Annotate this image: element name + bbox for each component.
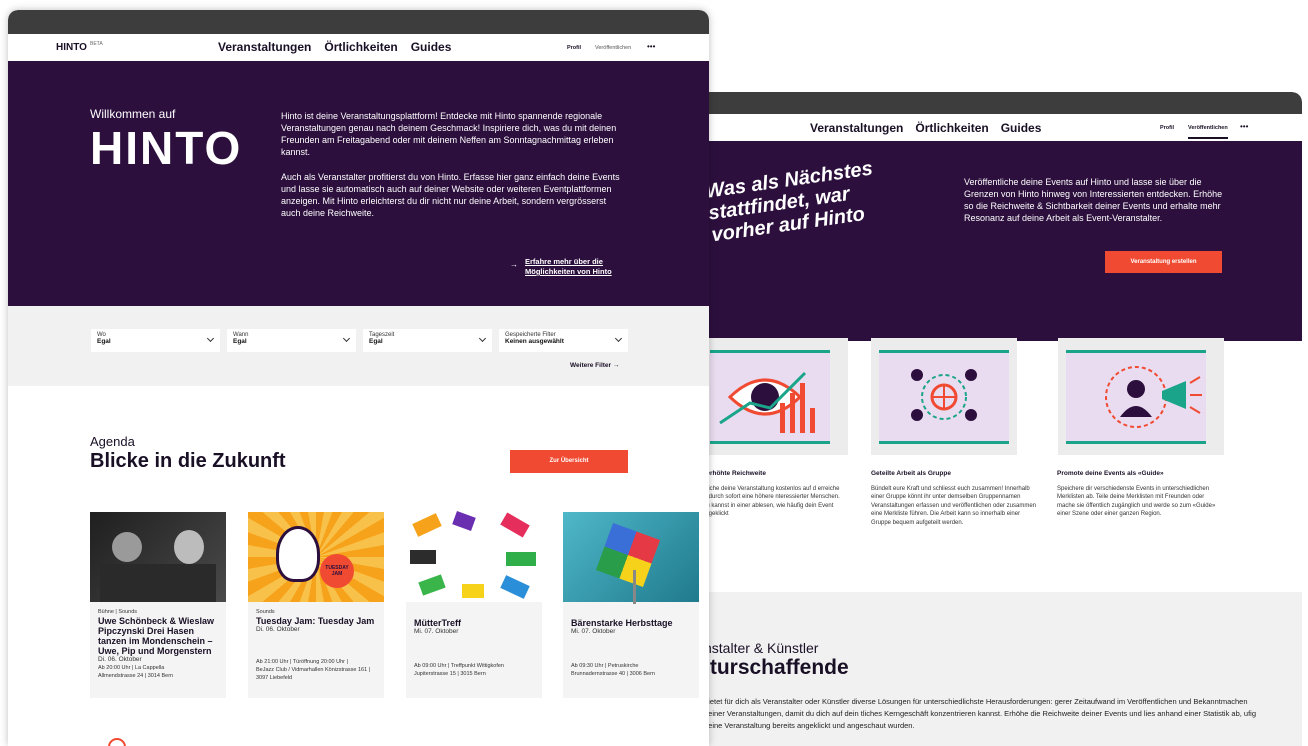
- feature-title: Geteilte Arbeit als Gruppe: [871, 470, 951, 477]
- feature-image-guide: [1058, 338, 1224, 455]
- nav-oertlichkeiten[interactable]: Örtlichkeiten: [915, 121, 988, 135]
- event-date: Di. 06. Oktober: [98, 656, 142, 663]
- event-image: [90, 512, 226, 602]
- nav-profil[interactable]: Profil: [567, 45, 581, 51]
- section-text: bietet für dich als Veranstalter oder Kü…: [704, 697, 1257, 730]
- event-badge: TUESDAY JAM: [320, 554, 354, 588]
- back-window: Veranstaltungen Örtlichkeiten Guides Pro…: [702, 92, 1302, 746]
- back-hero: Was als Nächstes stattfindet, war vorher…: [702, 141, 1302, 341]
- create-event-button[interactable]: Veranstaltung erstellen: [1105, 251, 1222, 273]
- event-time: Ab 21:00 Uhr | Türöffnung 20:00 Uhr |: [256, 659, 348, 665]
- agenda-title: Blicke in die Zukunft: [90, 450, 286, 472]
- event-card[interactable]: Bühne | Sounds Uwe Schönbeck & Wieslaw P…: [90, 512, 226, 698]
- event-image: TUESDAY JAM: [248, 512, 384, 602]
- nav-oertlichkeiten[interactable]: Örtlichkeiten: [324, 40, 397, 54]
- artists-section: nstalter & Künstler lturschaffende biete…: [702, 592, 1302, 746]
- beta-badge: BETA: [90, 41, 103, 47]
- filter-wo[interactable]: Wo Egal: [91, 329, 220, 352]
- front-window: HINTO BETA Veranstaltungen Örtlichkeiten…: [8, 10, 709, 746]
- nav-guides[interactable]: Guides: [1001, 121, 1042, 135]
- event-image: [563, 512, 699, 604]
- event-card[interactable]: TUESDAY JAM Sounds Tuesday Jam: Tuesday …: [248, 512, 384, 698]
- arrow-right-icon: →: [612, 362, 620, 369]
- filter-bar: Wo Egal Wann Egal Tageszeit Egal Gespeicher…: [8, 306, 709, 386]
- event-time: Ab 20:00 Uhr | La Cappella: [98, 665, 165, 671]
- more-menu-icon[interactable]: •••: [1240, 122, 1248, 131]
- hero-paragraph-1: Hinto ist deine Veranstaltungsplattform!…: [281, 111, 617, 157]
- section-title: lturschaffende: [704, 656, 849, 679]
- feature-reach: r erhöhte Reichweite ntliche deine Veran…: [702, 470, 847, 519]
- event-date: Mi. 07. Oktober: [571, 628, 616, 635]
- front-hero: Willkommen auf HINTO Hinto ist deine Ver…: [8, 61, 709, 306]
- event-image: [406, 511, 542, 602]
- slogan: Was als Nächstes stattfindet, war vorher…: [704, 157, 875, 247]
- nav-profil[interactable]: Profil: [1160, 125, 1174, 131]
- event-address: BeJazz Club / Vidmarhallen Könizstrasse …: [256, 667, 371, 681]
- filter-tageszeit[interactable]: Tageszeit Egal: [363, 329, 492, 352]
- window-chrome: [8, 10, 709, 34]
- front-top-nav: HINTO BETA Veranstaltungen Örtlichkeiten…: [8, 34, 709, 61]
- event-address: Allmendstrasse 24 | 3014 Bern: [98, 673, 174, 679]
- event-card[interactable]: MütterTreff Mi. 07. Oktober Ab 09:00 Uhr…: [406, 511, 542, 698]
- section-kicker: nstalter & Künstler: [704, 640, 819, 656]
- feature-title: r erhöhte Reichweite: [702, 470, 766, 477]
- event-date: Mi. 07. Oktober: [414, 628, 459, 635]
- feature-image-reach: [702, 338, 848, 455]
- window-chrome: [702, 92, 1302, 114]
- learn-more-link[interactable]: Erfahre mehr über die Möglichkeiten von H…: [525, 257, 612, 277]
- event-time: Ab 09:30 Uhr | Petruskirche: [571, 663, 639, 669]
- event-title: Bärenstarke Herbsttage: [571, 618, 673, 628]
- back-top-nav: Veranstaltungen Örtlichkeiten Guides Pro…: [702, 114, 1302, 141]
- event-address: Brunnadernstrasse 40 | 3006 Bern: [571, 671, 655, 677]
- event-category: Sounds: [256, 609, 275, 615]
- event-date: Di. 06. Oktober: [256, 626, 300, 633]
- agenda-kicker: Agenda: [90, 434, 135, 449]
- group-globe-icon: [911, 369, 977, 421]
- nav-veranstaltungen[interactable]: Veranstaltungen: [810, 121, 903, 135]
- hero-paragraph-2: Auch als Veranstalter profitierst du von…: [281, 172, 620, 218]
- big-logo: HINTO: [90, 122, 243, 174]
- overview-button[interactable]: Zur Übersicht: [510, 450, 628, 473]
- event-address: Jupiterstrasse 15 | 3015 Bern: [414, 671, 486, 677]
- event-time: Ab 09:00 Uhr | Treffpunkt Wittigkofen: [414, 663, 504, 669]
- nav-guides[interactable]: Guides: [411, 40, 452, 54]
- nav-veroeffentlichen[interactable]: Veröffentlichen: [595, 45, 631, 51]
- feature-image-group: [871, 338, 1017, 455]
- nav-veroeffentlichen[interactable]: Veröffentlichen: [1188, 125, 1228, 139]
- megaphone-person-icon: [1105, 366, 1202, 428]
- hero-text: Veröffentliche deine Events auf Hinto un…: [964, 177, 1223, 223]
- feature-text: ntliche deine Veranstaltung kostenlos au…: [702, 485, 840, 518]
- feature-group: Geteilte Arbeit als Gruppe Bündelt eure …: [871, 470, 1036, 527]
- event-card[interactable]: Bärenstarke Herbsttage Mi. 07. Oktober A…: [563, 512, 699, 698]
- feature-text: Bündelt eure Kraft und schliesst euch zu…: [871, 485, 1036, 526]
- logo[interactable]: HINTO: [56, 42, 87, 53]
- more-menu-icon[interactable]: •••: [647, 42, 655, 51]
- more-filters-link[interactable]: Weitere Filter →: [570, 362, 619, 369]
- filter-saved[interactable]: Gespeicherte Filter Keinen ausgewählt: [499, 329, 628, 352]
- event-title: Tuesday Jam: Tuesday Jam: [256, 616, 375, 626]
- event-category: Bühne | Sounds: [98, 609, 138, 615]
- event-title: MütterTreff: [414, 618, 461, 628]
- feature-title: Promote deine Events als «Guide»: [1057, 470, 1164, 477]
- welcome-text: Willkommen auf: [90, 107, 176, 121]
- filter-wann[interactable]: Wann Egal: [227, 329, 356, 352]
- feature-guide: Promote deine Events als «Guide» Speiche…: [1057, 470, 1217, 519]
- feature-text: Speichere dir verschiedenste Events in u…: [1057, 485, 1216, 518]
- nav-veranstaltungen[interactable]: Veranstaltungen: [218, 40, 311, 54]
- location-pin-icon: [108, 738, 126, 746]
- event-title: Uwe Schönbeck & Wieslaw Pipczynski Drei …: [98, 616, 214, 656]
- arrow-right-icon: →: [510, 260, 518, 269]
- eye-chart-icon: [719, 371, 815, 433]
